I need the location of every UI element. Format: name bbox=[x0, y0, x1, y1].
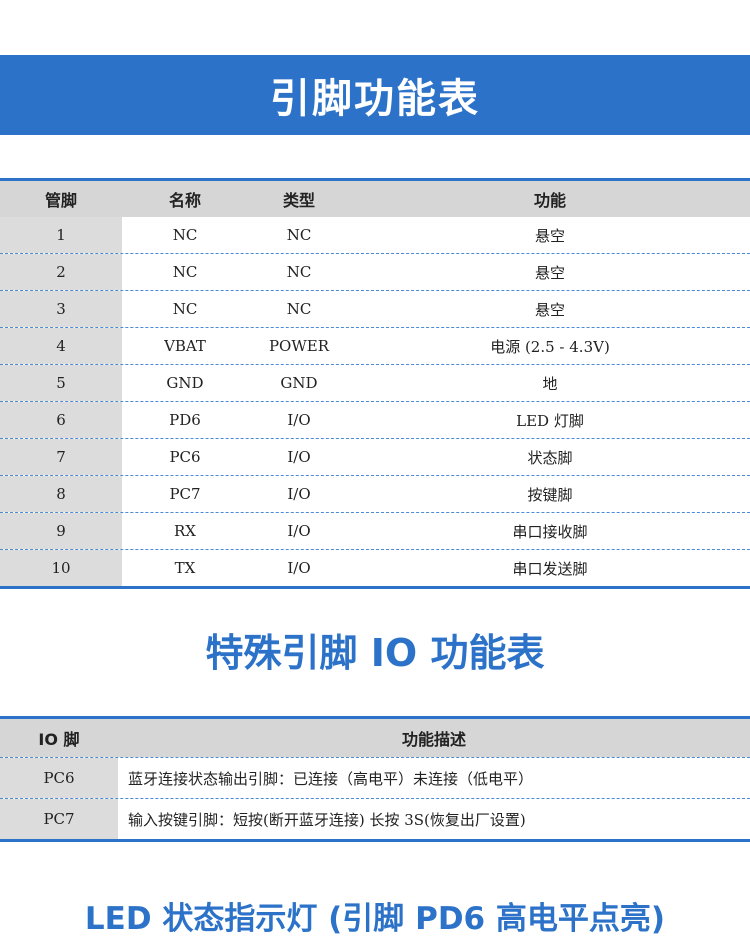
table-row: 9 RX I/O 串口接收脚 bbox=[0, 512, 750, 549]
cell-function: 悬空 bbox=[534, 226, 565, 245]
cell-name: RX bbox=[174, 522, 196, 540]
table-row: 7 PC6 I/O 状态脚 bbox=[0, 438, 750, 475]
cell-name: GND bbox=[166, 374, 204, 392]
cell-function: LED 灯脚 bbox=[516, 411, 584, 430]
cell-type: I/O bbox=[287, 559, 311, 577]
pin-function-table: 管脚 名称 类型 功能 1 NC NC 悬空 2 NC NC 悬空 3 NC NC 悬空 4 VBAT PO… bbox=[0, 178, 750, 589]
table-row: 3 NC NC 悬空 bbox=[0, 290, 750, 327]
led-indicator-heading: LED 状态指示灯 (引脚 PD6 高电平点亮) bbox=[84, 901, 666, 937]
cell-type: POWER bbox=[268, 337, 330, 355]
cell-pin: 1 bbox=[0, 217, 122, 253]
header-io-pin: IO 脚 bbox=[38, 730, 80, 749]
cell-function: 串口接收脚 bbox=[512, 522, 588, 541]
header-function: 功能 bbox=[533, 191, 566, 210]
cell-type: NC bbox=[286, 226, 312, 244]
cell-type: NC bbox=[286, 300, 312, 318]
pin-table-title: 引脚功能表 bbox=[0, 55, 750, 135]
cell-pin: 2 bbox=[0, 254, 122, 290]
header-type: 类型 bbox=[282, 191, 315, 210]
cell-pin: 6 bbox=[0, 402, 122, 438]
table-bottom-line bbox=[0, 586, 750, 589]
cell-io-pin: PC7 bbox=[0, 799, 118, 839]
cell-type: I/O bbox=[287, 411, 311, 429]
io-table-title: 特殊引脚 IO 功能表 bbox=[205, 631, 545, 675]
header-description: 功能描述 bbox=[401, 730, 466, 749]
cell-pin: 4 bbox=[0, 328, 122, 364]
cell-type: GND bbox=[280, 374, 318, 392]
table-row: 1 NC NC 悬空 bbox=[0, 217, 750, 253]
cell-function: 状态脚 bbox=[527, 448, 573, 467]
io-function-table: IO 脚 功能描述 PC6 蓝牙连接状态输出引脚：已连接（高电平）未连接（低电平）… bbox=[0, 716, 750, 842]
cell-type: I/O bbox=[287, 448, 311, 466]
cell-name: VBAT bbox=[164, 337, 206, 355]
cell-name: TX bbox=[174, 559, 196, 577]
cell-pin: 9 bbox=[0, 513, 122, 549]
table-bottom-line bbox=[0, 839, 750, 842]
cell-name: NC bbox=[172, 263, 198, 281]
table-row: 10 TX I/O 串口发送脚 bbox=[0, 549, 750, 586]
cell-pin: 7 bbox=[0, 439, 122, 475]
cell-pin: 10 bbox=[0, 550, 122, 586]
cell-type: I/O bbox=[287, 522, 311, 540]
table-row: 2 NC NC 悬空 bbox=[0, 253, 750, 290]
cell-description: 输入按键引脚：短按(断开蓝牙连接) 长按 3S(恢复出厂设置) bbox=[128, 810, 526, 829]
cell-type: I/O bbox=[287, 485, 311, 503]
cell-function: 悬空 bbox=[534, 300, 565, 319]
table-row: 6 PD6 I/O LED 灯脚 bbox=[0, 401, 750, 438]
cell-function: 地 bbox=[542, 374, 558, 393]
header-pin: 管脚 bbox=[44, 191, 77, 210]
cell-pin: 8 bbox=[0, 476, 122, 512]
cell-function: 按键脚 bbox=[527, 485, 573, 504]
cell-pin: 3 bbox=[0, 291, 122, 327]
cell-type: NC bbox=[286, 263, 312, 281]
table-row: 4 VBAT POWER 电源 (2.5 - 4.3V) bbox=[0, 327, 750, 364]
cell-name: PC6 bbox=[169, 448, 201, 466]
cell-description: 蓝牙连接状态输出引脚：已连接（高电平）未连接（低电平） bbox=[128, 769, 534, 788]
header-name: 名称 bbox=[168, 191, 201, 210]
cell-name: NC bbox=[172, 300, 198, 318]
cell-name: PC7 bbox=[169, 485, 201, 503]
cell-name: NC bbox=[172, 226, 198, 244]
table-row: 5 GND GND 地 bbox=[0, 364, 750, 401]
cell-pin: 5 bbox=[0, 365, 122, 401]
cell-name: PD6 bbox=[169, 411, 201, 429]
table-row: PC6 蓝牙连接状态输出引脚：已连接（高电平）未连接（低电平） bbox=[0, 757, 750, 798]
cell-function: 电源 (2.5 - 4.3V) bbox=[490, 337, 610, 356]
table-row: 8 PC7 I/O 按键脚 bbox=[0, 475, 750, 512]
table-row: PC7 输入按键引脚：短按(断开蓝牙连接) 长按 3S(恢复出厂设置) bbox=[0, 798, 750, 839]
cell-function: 悬空 bbox=[534, 263, 565, 282]
table-header: 管脚 名称 类型 功能 bbox=[0, 181, 750, 217]
table-header: IO 脚 功能描述 bbox=[0, 719, 750, 757]
cell-io-pin: PC6 bbox=[0, 758, 118, 798]
cell-function: 串口发送脚 bbox=[512, 559, 588, 578]
